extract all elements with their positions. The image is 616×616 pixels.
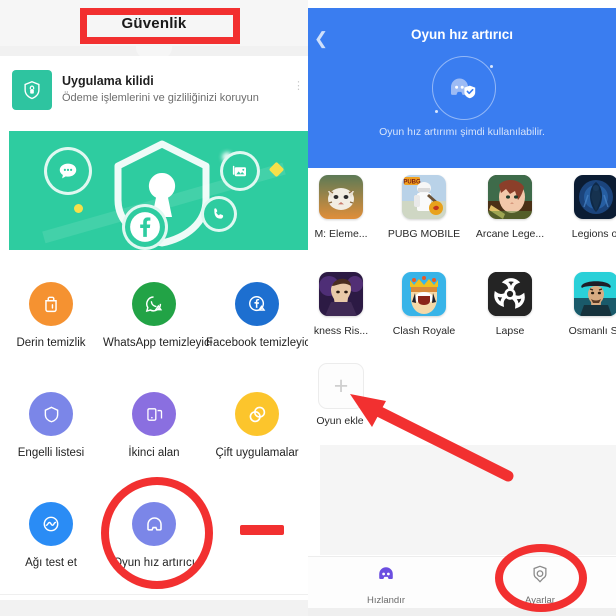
game-item[interactable]: M: Eleme... <box>308 175 384 240</box>
chat-bubble-icon <box>44 147 92 195</box>
tool-ikinci-alan[interactable]: İkinci alan <box>103 392 205 459</box>
game-label: M: Eleme... <box>314 228 368 240</box>
network-test-icon <box>29 502 73 546</box>
deep-clean-icon <box>29 282 73 326</box>
tool-engelli-listesi[interactable]: Engelli listesi <box>0 392 102 459</box>
tool-label: Facebook temizleyici <box>206 337 308 349</box>
shield-lock-icon <box>12 70 52 110</box>
right-phone-screen: ❮ Oyun hız artırıcı Oyun hız artırımı şi… <box>308 0 616 616</box>
blocklist-shield-icon <box>29 392 73 436</box>
game-pubg-icon: PUBG <box>402 175 446 219</box>
whatsapp-cleaner-icon <box>132 282 176 326</box>
gamepad-icon <box>379 567 393 580</box>
second-space-icon <box>132 392 176 436</box>
game-item[interactable]: PUBG PUBG MOBILE <box>381 175 467 240</box>
left-bottom-divider <box>0 594 308 595</box>
facebook-cleaner-icon <box>235 282 279 326</box>
tool-label: WhatsApp temizleyici <box>103 337 213 349</box>
more-options-icon[interactable]: ⋮ <box>293 81 304 92</box>
tool-agi-test-et[interactable]: Ağı test et <box>0 502 102 569</box>
game-item[interactable]: Clash Royale <box>381 272 467 337</box>
game-row-1: M: Eleme... PUBG PUBG MOBILE Arcane Lege… <box>308 175 616 260</box>
nav-item-hizlandir[interactable]: Hızlandır <box>336 563 436 606</box>
game-item[interactable]: kness Ris... <box>308 272 384 337</box>
gamepad-shield-icon <box>432 56 496 120</box>
hero-sparkle-dot <box>490 65 493 68</box>
game-row-2: kness Ris... Clash Royale Lapse Osmanlı … <box>308 272 616 357</box>
game-legions-icon <box>574 175 616 219</box>
game-label: Lapse <box>495 325 525 337</box>
game-label: Clash Royale <box>392 325 456 337</box>
nav-label: Hızlandır <box>366 595 405 606</box>
game-item[interactable]: Arcane Lege... <box>467 175 553 240</box>
banner-decor-dot <box>74 204 83 213</box>
app-lock-row[interactable]: Uygulama kilidi Ödeme işlemlerini ve giz… <box>0 56 308 124</box>
photo-gallery-icon <box>220 151 260 191</box>
game-label: kness Ris... <box>313 325 369 337</box>
tool-label: Derin temizlik <box>16 337 86 349</box>
add-game-button[interactable]: + <box>318 363 364 409</box>
tool-label: İkinci alan <box>128 447 180 459</box>
hero-sparkle-dot <box>435 110 438 113</box>
empty-content-area <box>320 445 616 555</box>
game-arcane-legends-icon <box>488 175 532 219</box>
app-lock-title: Uygulama kilidi <box>62 74 154 88</box>
game-item[interactable]: Osmanlı Sa <box>553 272 616 337</box>
game-label: Legions of <box>571 228 616 240</box>
facebook-icon <box>122 204 168 250</box>
phone-icon <box>201 196 237 232</box>
page-title: Güvenlik <box>121 15 187 32</box>
game-item[interactable]: Lapse <box>467 272 553 337</box>
gear-icon <box>533 565 547 583</box>
left-bottom-strip <box>0 600 308 616</box>
right-bottom-strip <box>308 608 616 616</box>
tool-derin-temizlik[interactable]: Derin temizlik <box>0 282 102 349</box>
game-label: PUBG MOBILE <box>387 228 461 240</box>
game-booster-header: ❮ Oyun hız artırıcı Oyun hız artırımı şi… <box>308 8 616 168</box>
screenshot-root: Güvenlik Uygulama kilidi Ödeme işlemleri… <box>0 0 616 616</box>
tool-label: Ağı test et <box>25 557 77 569</box>
app-lock-subtitle: Ödeme işlemlerini ve gizliliğinizi koruy… <box>62 92 259 104</box>
game-osmanli-icon <box>574 272 616 316</box>
dual-apps-icon <box>235 392 279 436</box>
tool-cift-uygulamalar[interactable]: Çift uygulamalar <box>206 392 308 459</box>
game-clash-royale-icon <box>402 272 446 316</box>
game-item[interactable]: Legions of <box>553 175 616 240</box>
game-darkness-rises-icon <box>319 272 363 316</box>
bottom-navigation-bar: Hızlandır Ayarlar <box>308 556 616 609</box>
game-label: Arcane Lege... <box>475 228 545 240</box>
game-booster-subtitle: Oyun hız artırımı şimdi kullanılabilir. <box>379 126 545 138</box>
tool-label: Engelli listesi <box>17 447 85 459</box>
nav-item-ayarlar[interactable]: Ayarlar <box>490 563 590 606</box>
left-phone-screen: Güvenlik Uygulama kilidi Ödeme işlemleri… <box>0 0 308 616</box>
game-booster-icon <box>132 502 176 546</box>
game-tiger-icon <box>319 175 363 219</box>
game-booster-title: Oyun hız artırıcı <box>410 27 514 42</box>
add-game-label: Oyun ekle <box>316 415 364 427</box>
tools-row-1: Derin temizlik WhatsApp temizleyici Face… <box>0 272 308 372</box>
tool-label: Çift uygulamalar <box>215 447 299 459</box>
tools-row-3: Ağı test et Oyun hız artırıcı <box>0 492 308 592</box>
security-banner[interactable] <box>9 131 308 250</box>
tools-row-2: Engelli listesi İkinci alan Çift uygulam… <box>0 382 308 482</box>
tool-label: Oyun hız artırıcı <box>113 557 195 569</box>
game-label: Osmanlı Sa <box>568 325 616 337</box>
tool-whatsapp-temizleyici[interactable]: WhatsApp temizleyici <box>103 282 213 349</box>
tool-facebook-temizleyici[interactable]: Facebook temizleyici <box>206 282 308 349</box>
game-lapse-icon <box>488 272 532 316</box>
nav-label: Ayarlar <box>525 595 555 606</box>
tool-oyun-hiz-artirici[interactable]: Oyun hız artırıcı <box>103 502 205 569</box>
